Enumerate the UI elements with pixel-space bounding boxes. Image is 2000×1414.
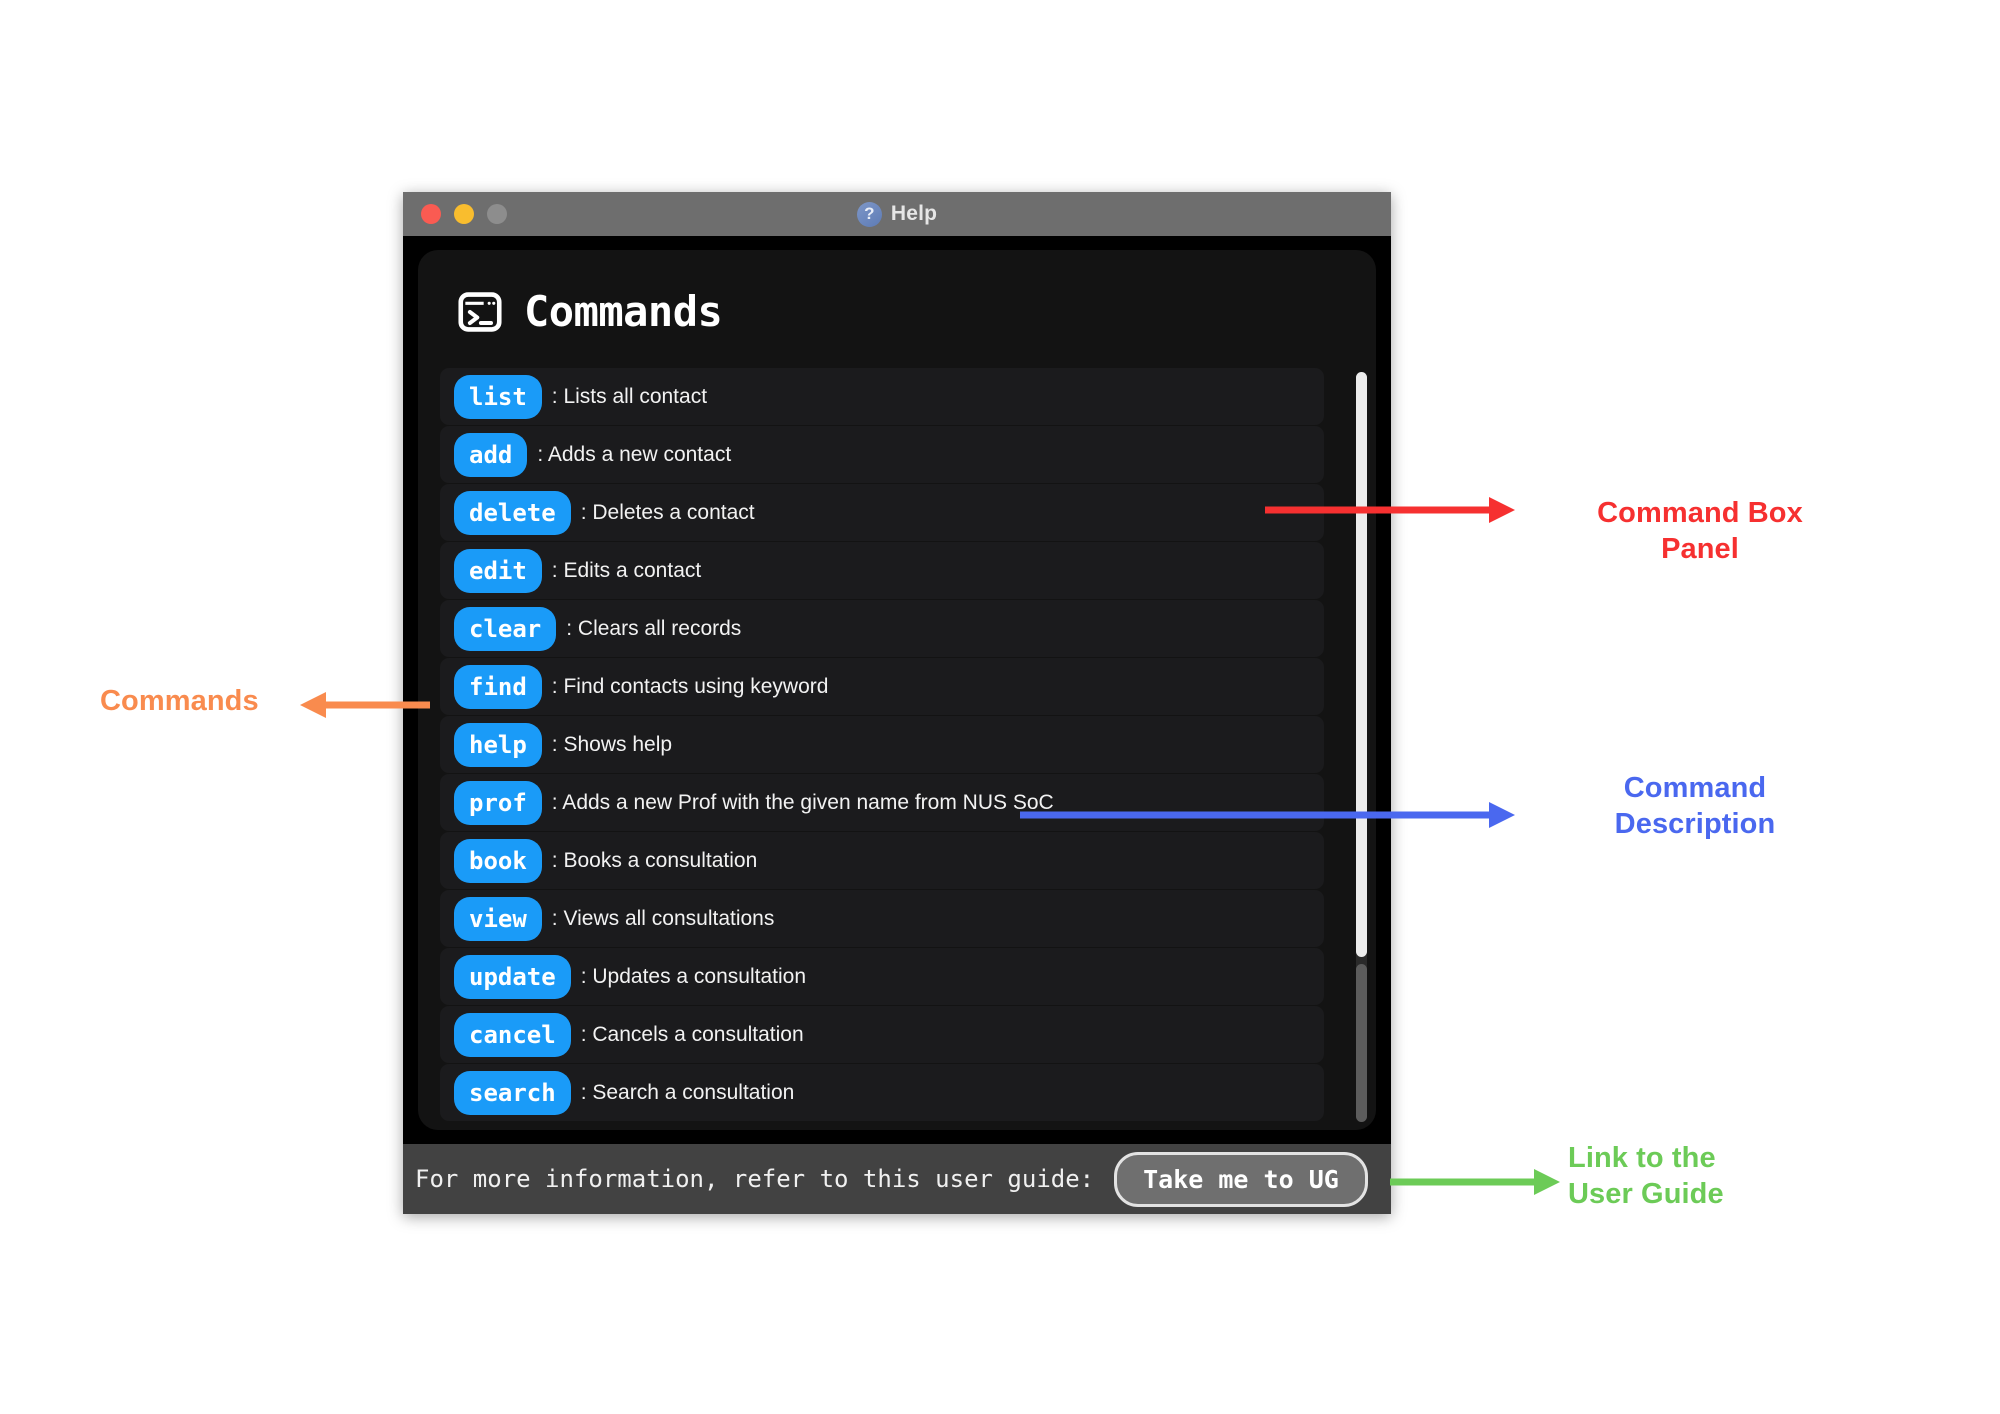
command-description-text: : Find contacts using keyword [551,674,829,698]
command-name-chip[interactable]: clear [454,606,557,651]
command-name-chip[interactable]: add [454,432,528,477]
annotation-arrow-user-guide-link [1390,1169,1560,1195]
command-row: search : Search a consultation [440,1064,1324,1121]
command-name-chip[interactable]: view [454,896,542,941]
annotation-label-user-guide-link: Link to the User Guide [1568,1140,1838,1213]
command-list: list : Lists all contact add : Adds a new c… [440,368,1324,1121]
command-name-chip[interactable]: search [454,1070,571,1115]
annotation-line-2: Panel [1661,533,1739,566]
page-title: Commands [524,287,723,336]
scrollbar-thumb[interactable] [1356,372,1367,957]
command-name-chip[interactable]: list [454,374,542,419]
command-name-chip[interactable]: update [454,954,571,999]
command-name-chip[interactable]: prof [454,780,542,825]
window-title-group: ? Help [403,201,1391,227]
annotation-line-1: Command Box [1597,497,1803,529]
command-name-chip[interactable]: delete [454,490,571,535]
footer-info-text: For more information, refer to this user… [415,1165,1095,1193]
annotation-arrow-commands [300,692,430,718]
command-description-text: : Shows help [551,732,673,756]
command-list-viewport[interactable]: list : Lists all contact add : Adds a new c… [440,368,1352,1130]
command-row: help : Shows help [440,716,1324,773]
command-row: delete : Deletes a contact [440,484,1324,541]
command-description-text: : Deletes a contact [580,500,755,524]
annotation-line-1: Command [1623,772,1767,804]
command-name-chip[interactable]: cancel [454,1012,571,1057]
command-name-chip[interactable]: edit [454,548,542,593]
command-description-text: : Cancels a consultation [580,1022,804,1046]
scrollbar-track-lower[interactable] [1356,964,1367,1122]
annotation-label-commands: Commands [100,685,259,717]
window-body: Commands list : Lists all contact add : Add… [403,236,1391,1214]
command-row: clear : Clears all records [440,600,1324,657]
traffic-light-group [421,204,507,224]
command-box-panel: Commands list : Lists all contact add : Add… [418,250,1376,1130]
command-name-chip[interactable]: book [454,838,542,883]
annotation-line-2: User Guide [1568,1178,1724,1211]
command-description-text: : Clears all records [566,616,742,640]
command-name-chip[interactable]: find [454,664,542,709]
command-row: cancel : Cancels a consultation [440,1006,1324,1063]
command-row: view : Views all consultations [440,890,1324,947]
command-row: find : Find contacts using keyword [440,658,1324,715]
annotation-arrow-command-description [1020,802,1515,828]
command-row: update : Updates a consultation [440,948,1324,1005]
command-name-chip[interactable]: help [454,722,542,767]
command-description-text: : Lists all contact [551,384,708,408]
panel-header: Commands [418,250,1376,342]
minimize-button[interactable] [454,204,474,224]
annotation-line-2: Description [1614,808,1776,841]
zoom-button[interactable] [487,204,507,224]
window-title: Help [890,202,938,225]
take-me-to-ug-button[interactable]: Take me to UG [1114,1151,1368,1207]
annotation-line-1: Link to the [1568,1142,1716,1174]
command-description-text: : Adds a new Prof with the given name fr… [551,790,1054,814]
command-description-text: : Books a consultation [551,848,758,872]
question-mark-circle-icon: ? [856,201,882,227]
terminal-console-icon [458,292,502,332]
window-footer: For more information, refer to this user… [403,1144,1391,1214]
command-row: edit : Edits a contact [440,542,1324,599]
command-description-text: : Search a consultation [580,1080,795,1104]
command-row: book : Books a consultation [440,832,1324,889]
command-description-text: : Views all consultations [551,906,775,930]
command-description-text: : Edits a contact [551,558,702,582]
window-title-bar: ? Help [403,192,1391,236]
command-description-text: : Updates a consultation [580,964,807,988]
command-row: add : Adds a new contact [440,426,1324,483]
help-window: ? Help Commands list : Lists all contact a… [403,192,1391,1214]
annotation-label-command-description: Command Description [1560,770,1830,843]
command-description-text: : Adds a new contact [537,442,732,466]
annotation-label-command-box-panel: Command Box Panel [1565,495,1835,568]
command-list-scrollbar[interactable] [1356,372,1367,1122]
close-button[interactable] [421,204,441,224]
annotation-arrow-command-box-panel [1265,497,1515,523]
command-row: list : Lists all contact [440,368,1324,425]
